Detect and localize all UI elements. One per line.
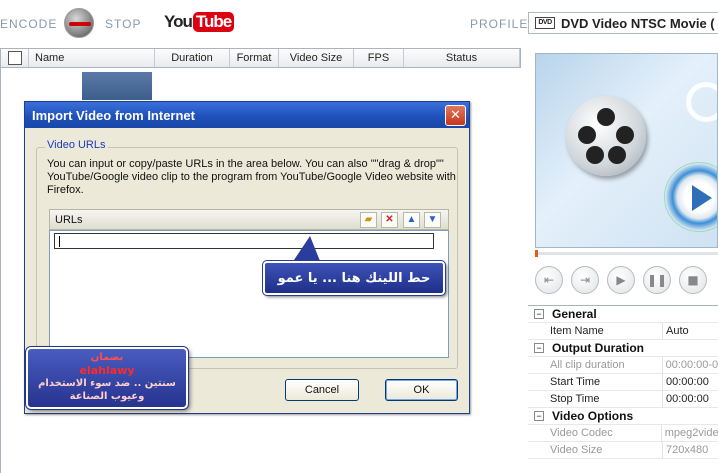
url-input[interactable] (54, 233, 434, 249)
property-value: 720x480 (666, 444, 709, 456)
text-caret (59, 236, 60, 247)
cancel-button[interactable]: Cancel (285, 379, 359, 401)
column-header-status[interactable]: Status (404, 49, 520, 67)
ok-button[interactable]: OK (385, 379, 458, 401)
property-key: Video Size (528, 442, 663, 458)
top-toolbar: ENCODE STOP You Tube PROFILE: DVD DVD Vid… (0, 0, 718, 46)
property-row[interactable]: Video Codec mpeg2vide (528, 425, 718, 442)
section-title: General (552, 307, 597, 321)
property-value: 00:00:00-0 (665, 359, 718, 371)
credit-line-2: elahlawy (79, 364, 135, 377)
urls-label: URLs (55, 213, 83, 226)
property-value[interactable]: Auto (663, 325, 689, 337)
player-controls: ⇤ ⇥ ▶ ❚❚ ■ (535, 266, 718, 298)
open-folder-icon[interactable]: ▰ (360, 212, 377, 228)
collapse-icon[interactable]: − (534, 309, 544, 319)
youtube-logo-button[interactable]: You Tube (164, 10, 235, 34)
youtube-logo-you: You (164, 12, 193, 31)
film-reel-icon (566, 96, 646, 176)
playback-progress[interactable] (535, 250, 718, 257)
move-up-icon[interactable]: ▲ (403, 212, 420, 228)
select-all-checkbox[interactable] (7, 51, 22, 65)
background-window-strip (82, 72, 152, 100)
property-key: Stop Time (528, 391, 663, 407)
property-key: Video Codec (528, 425, 662, 441)
credit-line-3: سنتين .. ضد سوء الاستخدام وعيوب الصناعة (38, 378, 176, 402)
collapse-icon[interactable]: − (534, 411, 544, 421)
profile-value: DVD Video NTSC Movie ( (561, 15, 715, 31)
play-disc-icon (664, 162, 717, 232)
dialog-title: Import Video from Internet (32, 108, 195, 123)
section-title: Output Duration (552, 341, 644, 355)
mark-out-icon[interactable]: ⇥ (571, 266, 599, 294)
youtube-logo-tube: Tube (192, 12, 235, 32)
pause-icon[interactable]: ❚❚ (643, 266, 671, 294)
collapse-icon[interactable]: − (534, 343, 544, 353)
section-video-options[interactable]: − Video Options (528, 408, 718, 425)
column-header-fps[interactable]: FPS (354, 49, 404, 67)
stop-icon[interactable] (64, 8, 94, 38)
property-value[interactable]: 00:00:00 (663, 393, 709, 405)
urls-list-header: URLs ▰ ✕ ▲ ▼ (49, 209, 449, 230)
column-header-video-size[interactable]: Video Size (279, 49, 354, 67)
profile-label: PROFILE: (470, 17, 533, 31)
property-key: Start Time (528, 374, 663, 390)
property-row[interactable]: Video Size 720x480 (528, 442, 718, 459)
section-output-duration[interactable]: − Output Duration (528, 340, 718, 357)
property-row[interactable]: Item Name Auto (528, 323, 718, 340)
property-key: Item Name (528, 323, 663, 339)
delete-icon[interactable]: ✕ (381, 212, 398, 228)
property-value[interactable]: 00:00:00 (663, 376, 709, 388)
stop-button[interactable]: STOP (105, 17, 141, 31)
dvd-icon: DVD (535, 17, 555, 29)
decorative-ring (686, 82, 717, 122)
credit-callout: بضمان elahlawy سنتين .. ضد سوء الاستخدام… (25, 346, 189, 410)
instructions-text: You can input or copy/paste URLs in the … (47, 158, 456, 196)
profile-select[interactable]: DVD DVD Video NTSC Movie ( (528, 12, 718, 34)
video-preview (535, 53, 718, 248)
stop-playback-icon[interactable]: ■ (679, 266, 707, 294)
column-header-format[interactable]: Format (230, 49, 279, 67)
select-all-column (1, 49, 29, 67)
column-header-duration[interactable]: Duration (155, 49, 230, 67)
section-title: Video Options (552, 409, 634, 423)
credit-line-1: بضمان (90, 352, 124, 363)
encode-button[interactable]: ENCODE (0, 17, 57, 31)
property-row[interactable]: Start Time 00:00:00 (528, 374, 718, 391)
property-value: mpeg2vide (664, 427, 718, 439)
property-row[interactable]: All clip duration 00:00:00-0 (528, 357, 718, 374)
dialog-title-bar[interactable]: Import Video from Internet (25, 102, 469, 128)
properties-panel: − General Item Name Auto − Output Duration … (528, 305, 718, 473)
property-key: All clip duration (528, 357, 663, 373)
file-list-header: Name Duration Format Video Size FPS Stat… (0, 48, 521, 68)
section-general[interactable]: − General (528, 306, 718, 323)
close-icon[interactable]: ✕ (445, 105, 466, 126)
column-header-name[interactable]: Name (29, 49, 155, 67)
mark-in-icon[interactable]: ⇤ (535, 266, 563, 294)
play-icon[interactable]: ▶ (607, 266, 635, 294)
annotation-callout: حط اللينك هنا ... يا عمو (262, 260, 446, 296)
property-row[interactable]: Stop Time 00:00:00 (528, 391, 718, 408)
group-title: Video URLs (45, 139, 108, 151)
move-down-icon[interactable]: ▼ (424, 212, 441, 228)
